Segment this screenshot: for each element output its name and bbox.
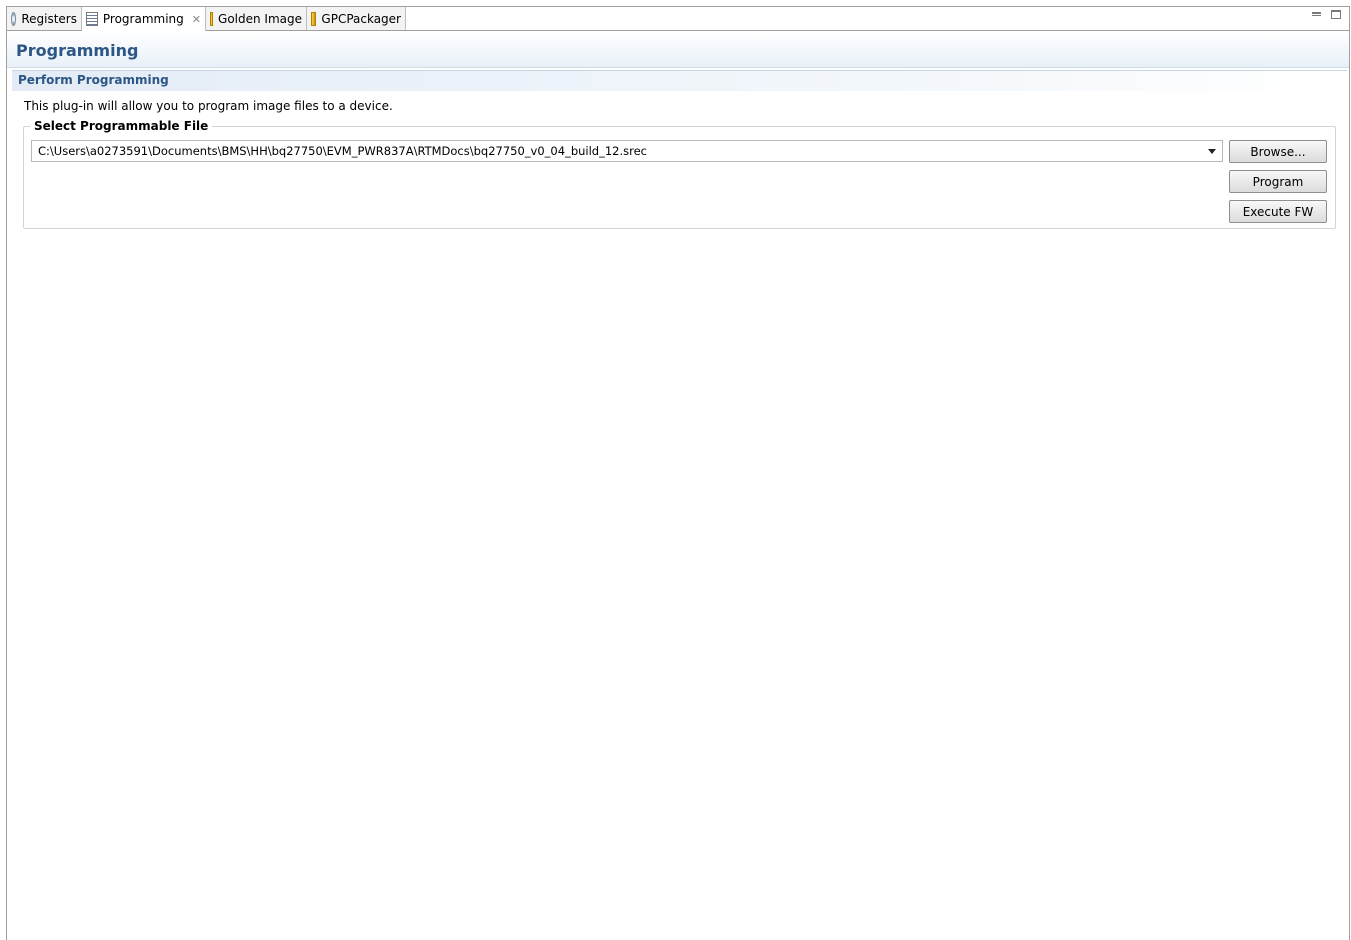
tab-programming-label: Programming [102,12,184,26]
tab-gpc-packager[interactable]: GPCPackager [307,7,406,30]
browse-button[interactable]: Browse... [1229,140,1327,163]
minimize-icon[interactable] [1312,12,1321,16]
section-title: Perform Programming [18,73,169,87]
file-path-value: C:\Users\a0273591\Documents\BMS\HH\bq277… [38,144,647,158]
section-header[interactable]: Perform Programming [12,70,1347,91]
tab-golden-image[interactable]: Golden Image [206,7,307,30]
file-path-combo[interactable]: C:\Users\a0273591\Documents\BMS\HH\bq277… [31,140,1223,162]
tab-registers[interactable]: Registers [7,7,82,30]
execute-fw-button[interactable]: Execute FW [1229,200,1327,223]
tab-programming[interactable]: Programming ✕ [82,7,206,31]
gpc-packager-icon [311,11,317,26]
page-title: Programming [16,41,139,60]
tab-golden-image-label: Golden Image [218,11,302,26]
select-file-group: Select Programmable File C:\Users\a02735… [23,119,1336,229]
programming-view: Registers Programming ✕ Golden Image GPC… [6,6,1350,940]
view-window-controls [1312,10,1341,19]
tab-registers-label: Registers [21,11,77,26]
program-button[interactable]: Program [1229,170,1327,193]
description-text: This plug-in will allow you to program i… [24,99,393,113]
registers-icon [11,11,17,26]
tab-gpc-packager-label: GPCPackager [321,11,401,26]
programming-icon [86,12,98,26]
golden-image-icon [210,11,214,26]
group-title: Select Programmable File [30,119,213,133]
chevron-down-icon[interactable] [1208,148,1216,154]
maximize-icon[interactable] [1331,10,1341,19]
close-icon[interactable]: ✕ [192,13,201,26]
form-header: Programming [7,31,1349,68]
view-tab-bar: Registers Programming ✕ Golden Image GPC… [7,7,1349,31]
